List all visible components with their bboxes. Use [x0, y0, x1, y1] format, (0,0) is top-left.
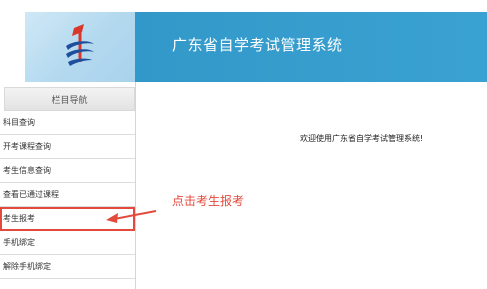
exam-logo-icon	[66, 24, 94, 66]
nav-heading: 栏目导航	[4, 87, 135, 111]
content-divider	[135, 82, 136, 289]
sidebar-item-student-info[interactable]: 考生信息查询	[0, 159, 135, 183]
system-title: 广东省自学考试管理系统	[172, 36, 343, 54]
annotation-text: 点击考生报考	[172, 194, 245, 208]
sidebar-item-phone-binding[interactable]: 手机绑定	[0, 231, 135, 255]
sidebar-item-phone-unbinding[interactable]: 解除手机绑定	[0, 255, 135, 279]
welcome-message: 欢迎使用广东省自学考试管理系统!	[300, 134, 424, 143]
sidebar-nav: 栏目导航 科目查询 开考课程查询 考生信息查询 查看已通过课程 考生报考 手机绑…	[0, 87, 135, 279]
left-arrow-icon	[106, 210, 157, 223]
sidebar-item-passed-courses[interactable]: 查看已通过课程	[0, 183, 135, 207]
sidebar-item-subject-query[interactable]: 科目查询	[0, 111, 135, 135]
logo-panel	[25, 12, 135, 82]
sidebar-item-course-query[interactable]: 开考课程查询	[0, 135, 135, 159]
